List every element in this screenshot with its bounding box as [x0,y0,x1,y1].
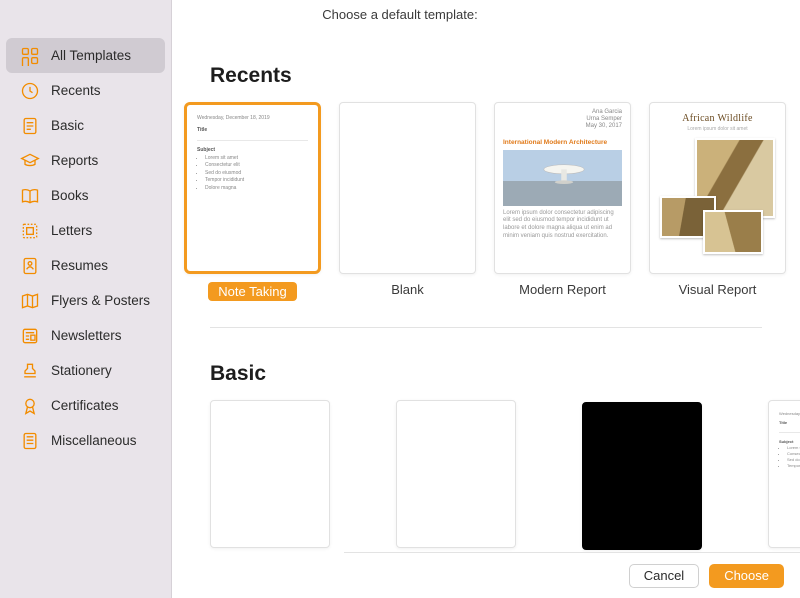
main-panel: Recents Wednesday, December 18, 2019 Tit… [172,0,800,598]
templates-grid-recents: Wednesday, December 18, 2019 Title Subje… [172,102,800,301]
sidebar-item-all-templates[interactable]: All Templates [6,38,165,73]
template-card-note-taking[interactable]: Wednesday, December 18, 2019 Title Subje… [184,102,321,301]
cancel-button-label: Cancel [644,568,684,583]
sidebar-item-label: Flyers & Posters [51,293,150,308]
template-thumbnail: African Wildlife Lorem ipsum dolor sit a… [649,102,786,274]
template-card-blank[interactable] [396,400,516,550]
template-card-blank-black[interactable] [582,400,702,550]
template-thumbnail: Ana GarciaUrna SemperMay 30, 2017 Intern… [494,102,631,274]
templates-grid-basic: Wednesday, December 18, 2019 Title Subje… [172,400,800,550]
header-title: Choose a default template: [322,7,477,22]
ribbon-icon [20,396,40,416]
sidebar: All Templates Recents Basic Reports Book [0,0,172,598]
sidebar-item-label: Recents [51,83,101,98]
sidebar-item-label: Newsletters [51,328,122,343]
template-thumbnail [582,402,702,550]
template-caption: Visual Report [679,282,757,297]
sidebar-item-label: Reports [51,153,98,168]
template-thumbnail [339,102,476,274]
template-caption: Blank [391,282,424,297]
template-thumbnail [396,400,516,548]
section-title-basic: Basic [210,362,800,386]
stamp-icon [20,221,40,241]
window-header: Choose a default template: [0,0,800,30]
sidebar-item-label: All Templates [51,48,131,63]
template-card-blank[interactable]: Blank [339,102,476,301]
template-chooser-window: Choose a default template: All Templates… [0,0,800,598]
template-card-blank[interactable] [210,400,330,550]
clock-icon [20,81,40,101]
sidebar-item-recents[interactable]: Recents [6,73,165,108]
template-thumbnail [210,400,330,548]
sidebar-item-certificates[interactable]: Certificates [6,388,165,423]
template-thumbnail: Wednesday, December 18, 2019 Title Subje… [768,400,800,548]
section-divider [210,327,762,328]
sidebar-item-stationery[interactable]: Stationery [6,353,165,388]
cancel-button[interactable]: Cancel [629,564,699,588]
sidebar-item-books[interactable]: Books [6,178,165,213]
sidebar-item-label: Basic [51,118,84,133]
sidebar-item-label: Letters [51,223,92,238]
sidebar-item-miscellaneous[interactable]: Miscellaneous [6,423,165,458]
template-caption: Note Taking [208,282,296,301]
template-card-modern-report[interactable]: Ana GarciaUrna SemperMay 30, 2017 Intern… [494,102,631,301]
template-thumbnail: Wednesday, December 18, 2019 Title Subje… [184,102,321,274]
stamp-tool-icon [20,361,40,381]
sidebar-item-newsletters[interactable]: Newsletters [6,318,165,353]
footer-bar: Cancel Choose [344,552,800,598]
template-caption: Modern Report [519,282,606,297]
template-scroll-area[interactable]: Recents Wednesday, December 18, 2019 Tit… [172,28,800,556]
grid-icon [20,46,40,66]
person-doc-icon [20,256,40,276]
sidebar-item-label: Miscellaneous [51,433,137,448]
section-title-recents: Recents [210,64,800,88]
sidebar-item-reports[interactable]: Reports [6,143,165,178]
sidebar-item-label: Certificates [51,398,119,413]
sidebar-item-flyers[interactable]: Flyers & Posters [6,283,165,318]
sidebar-item-label: Stationery [51,363,112,378]
sidebar-item-letters[interactable]: Letters [6,213,165,248]
sidebar-item-resumes[interactable]: Resumes [6,248,165,283]
map-icon [20,291,40,311]
choose-button[interactable]: Choose [709,564,784,588]
page-icon [20,431,40,451]
sidebar-item-label: Books [51,188,89,203]
book-icon [20,186,40,206]
choose-button-label: Choose [724,568,769,583]
template-card-visual-report[interactable]: African Wildlife Lorem ipsum dolor sit a… [649,102,786,301]
sidebar-item-basic[interactable]: Basic [6,108,165,143]
document-icon [20,116,40,136]
template-card-note-taking[interactable]: Wednesday, December 18, 2019 Title Subje… [768,400,800,550]
graduation-icon [20,151,40,171]
newspaper-icon [20,326,40,346]
sidebar-item-label: Resumes [51,258,108,273]
